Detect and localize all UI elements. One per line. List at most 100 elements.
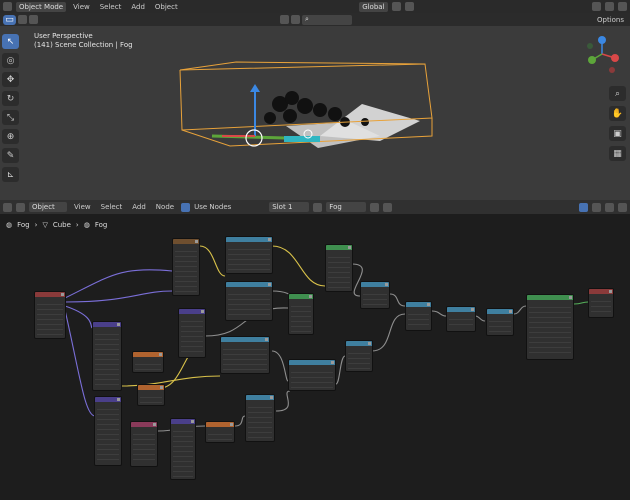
node-resize-grip[interactable] xyxy=(159,353,162,356)
node-resize-grip[interactable] xyxy=(270,396,273,399)
menu-select[interactable]: Select xyxy=(98,203,126,211)
snap-options-icon[interactable] xyxy=(592,202,601,212)
node-resize-grip[interactable] xyxy=(117,398,120,401)
ortho-grid-icon[interactable]: ▦ xyxy=(609,146,626,161)
node-reroute-math[interactable] xyxy=(486,308,514,336)
node-math-multiply[interactable] xyxy=(132,351,164,373)
node-resize-grip[interactable] xyxy=(609,290,612,293)
node-resize-grip[interactable] xyxy=(348,246,351,249)
editor-type-icon[interactable] xyxy=(3,2,12,11)
pin-icon[interactable] xyxy=(383,202,393,212)
node-separate-xyz[interactable] xyxy=(92,321,122,391)
node-noise-texture[interactable] xyxy=(225,236,273,274)
node-vector-math-c[interactable] xyxy=(245,394,275,442)
view-object-types-icon[interactable] xyxy=(280,15,289,24)
overlay-toggle-icon[interactable] xyxy=(605,202,614,212)
new-material-icon[interactable] xyxy=(370,202,380,212)
node-volume-density[interactable] xyxy=(446,306,476,332)
chevron-right-icon: › xyxy=(34,221,38,229)
node-color-ramp[interactable] xyxy=(225,281,273,321)
node-resize-grip[interactable] xyxy=(268,238,271,241)
node-resize-grip[interactable] xyxy=(427,303,430,306)
node-resize-grip[interactable] xyxy=(61,293,64,296)
node-texture-coordinate[interactable] xyxy=(34,291,66,339)
pan-hand-icon[interactable]: ✋ xyxy=(609,106,626,121)
node-map-range[interactable] xyxy=(345,340,373,372)
node-resize-grip[interactable] xyxy=(268,283,271,286)
shading-material-icon[interactable] xyxy=(618,2,627,11)
material-name-field[interactable]: Fog xyxy=(326,202,367,212)
menu-add[interactable]: Add xyxy=(128,3,148,11)
node-vector-math-b[interactable] xyxy=(130,421,158,467)
orientation-dropdown[interactable]: Global xyxy=(359,1,388,12)
node-resize-grip[interactable] xyxy=(385,283,388,286)
object-dropdown[interactable]: Object xyxy=(29,202,67,212)
proportional-edit-icon[interactable] xyxy=(404,2,414,11)
viewport-tool-header: ▭ ⌕ Options xyxy=(0,13,630,26)
node-resize-grip[interactable] xyxy=(309,295,312,298)
node-mix-rgb[interactable] xyxy=(325,244,353,292)
show-gizmo-icon[interactable] xyxy=(291,15,300,24)
node-resize-grip[interactable] xyxy=(471,308,474,311)
zoom-icon[interactable]: ⌕ xyxy=(609,86,626,101)
node-resize-grip[interactable] xyxy=(509,310,512,313)
menu-view[interactable]: View xyxy=(70,3,93,11)
menu-object[interactable]: Object xyxy=(152,3,181,11)
options-menu[interactable]: Options xyxy=(594,16,627,24)
node-resize-grip[interactable] xyxy=(153,423,156,426)
use-nodes-checkbox[interactable] xyxy=(181,202,191,212)
node-math-subtract[interactable] xyxy=(205,421,235,443)
node-vector-math[interactable] xyxy=(178,308,206,358)
node-math-add[interactable] xyxy=(137,384,165,406)
node-resize-grip[interactable] xyxy=(117,323,120,326)
node-color-ramp-b[interactable] xyxy=(288,359,336,391)
editor-type-icon[interactable] xyxy=(3,202,12,212)
menu-view[interactable]: View xyxy=(71,203,94,211)
viewport-search-input[interactable]: ⌕ xyxy=(302,14,352,25)
node-separate-xyz-b[interactable] xyxy=(94,396,122,466)
3d-viewport[interactable]: ↖ ◎ ✥ ↻ ⤡ ⊕ ✎ ⊾ User Perspective (141) S… xyxy=(0,26,630,200)
select-mode-icon[interactable] xyxy=(18,15,27,24)
sidebar-toggle-icon[interactable] xyxy=(618,202,627,212)
node-principled-volume[interactable] xyxy=(526,294,574,360)
menu-select[interactable]: Select xyxy=(97,3,125,11)
node-resize-grip[interactable] xyxy=(201,310,204,313)
node-editor-header: Object View Select Add Node Use Nodes Sl… xyxy=(0,200,630,214)
menu-node[interactable]: Node xyxy=(153,203,177,211)
node-resize-grip[interactable] xyxy=(191,420,194,423)
shading-solid-icon[interactable] xyxy=(605,2,614,11)
breadcrumb-material[interactable]: Fog xyxy=(17,221,30,229)
select-box-icon[interactable]: ▭ xyxy=(3,14,16,25)
camera-view-icon[interactable]: ▣ xyxy=(609,126,626,141)
material-sphere-icon[interactable] xyxy=(313,202,323,212)
use-nodes-label: Use Nodes xyxy=(194,203,232,211)
breadcrumb-node-tree[interactable]: Fog xyxy=(95,221,108,229)
node-multiply-a[interactable] xyxy=(360,281,390,309)
navigation-gizmo[interactable] xyxy=(582,34,622,74)
overlay-icon[interactable] xyxy=(592,2,601,11)
node-resize-grip[interactable] xyxy=(160,386,163,389)
snap-toggle-icon[interactable] xyxy=(579,202,588,212)
snap-icon[interactable] xyxy=(391,2,401,11)
node-canvas[interactable] xyxy=(0,236,630,500)
node-mix-shader[interactable] xyxy=(288,293,314,335)
node-material-output[interactable] xyxy=(588,288,614,318)
node-resize-grip[interactable] xyxy=(368,342,371,345)
node-resize-grip[interactable] xyxy=(230,423,233,426)
node-multiply-b[interactable] xyxy=(405,301,432,331)
object-icon[interactable] xyxy=(16,202,25,212)
breadcrumb-object[interactable]: Cube xyxy=(53,221,71,229)
select-extend-icon[interactable] xyxy=(29,15,38,24)
node-resize-grip[interactable] xyxy=(195,240,198,243)
node-resize-grip[interactable] xyxy=(331,361,334,364)
material-name: Fog xyxy=(329,203,342,211)
node-gradient-texture[interactable] xyxy=(220,336,270,374)
node-resize-grip[interactable] xyxy=(569,296,572,299)
node-math-chain[interactable] xyxy=(170,418,196,480)
node-resize-grip[interactable] xyxy=(265,338,268,341)
slot-dropdown[interactable]: Slot 1 xyxy=(269,202,310,212)
menu-add[interactable]: Add xyxy=(129,203,149,211)
mode-dropdown[interactable]: Object Mode xyxy=(16,1,67,12)
node-mapping[interactable] xyxy=(172,238,200,296)
orientation-label: Global xyxy=(362,2,385,11)
